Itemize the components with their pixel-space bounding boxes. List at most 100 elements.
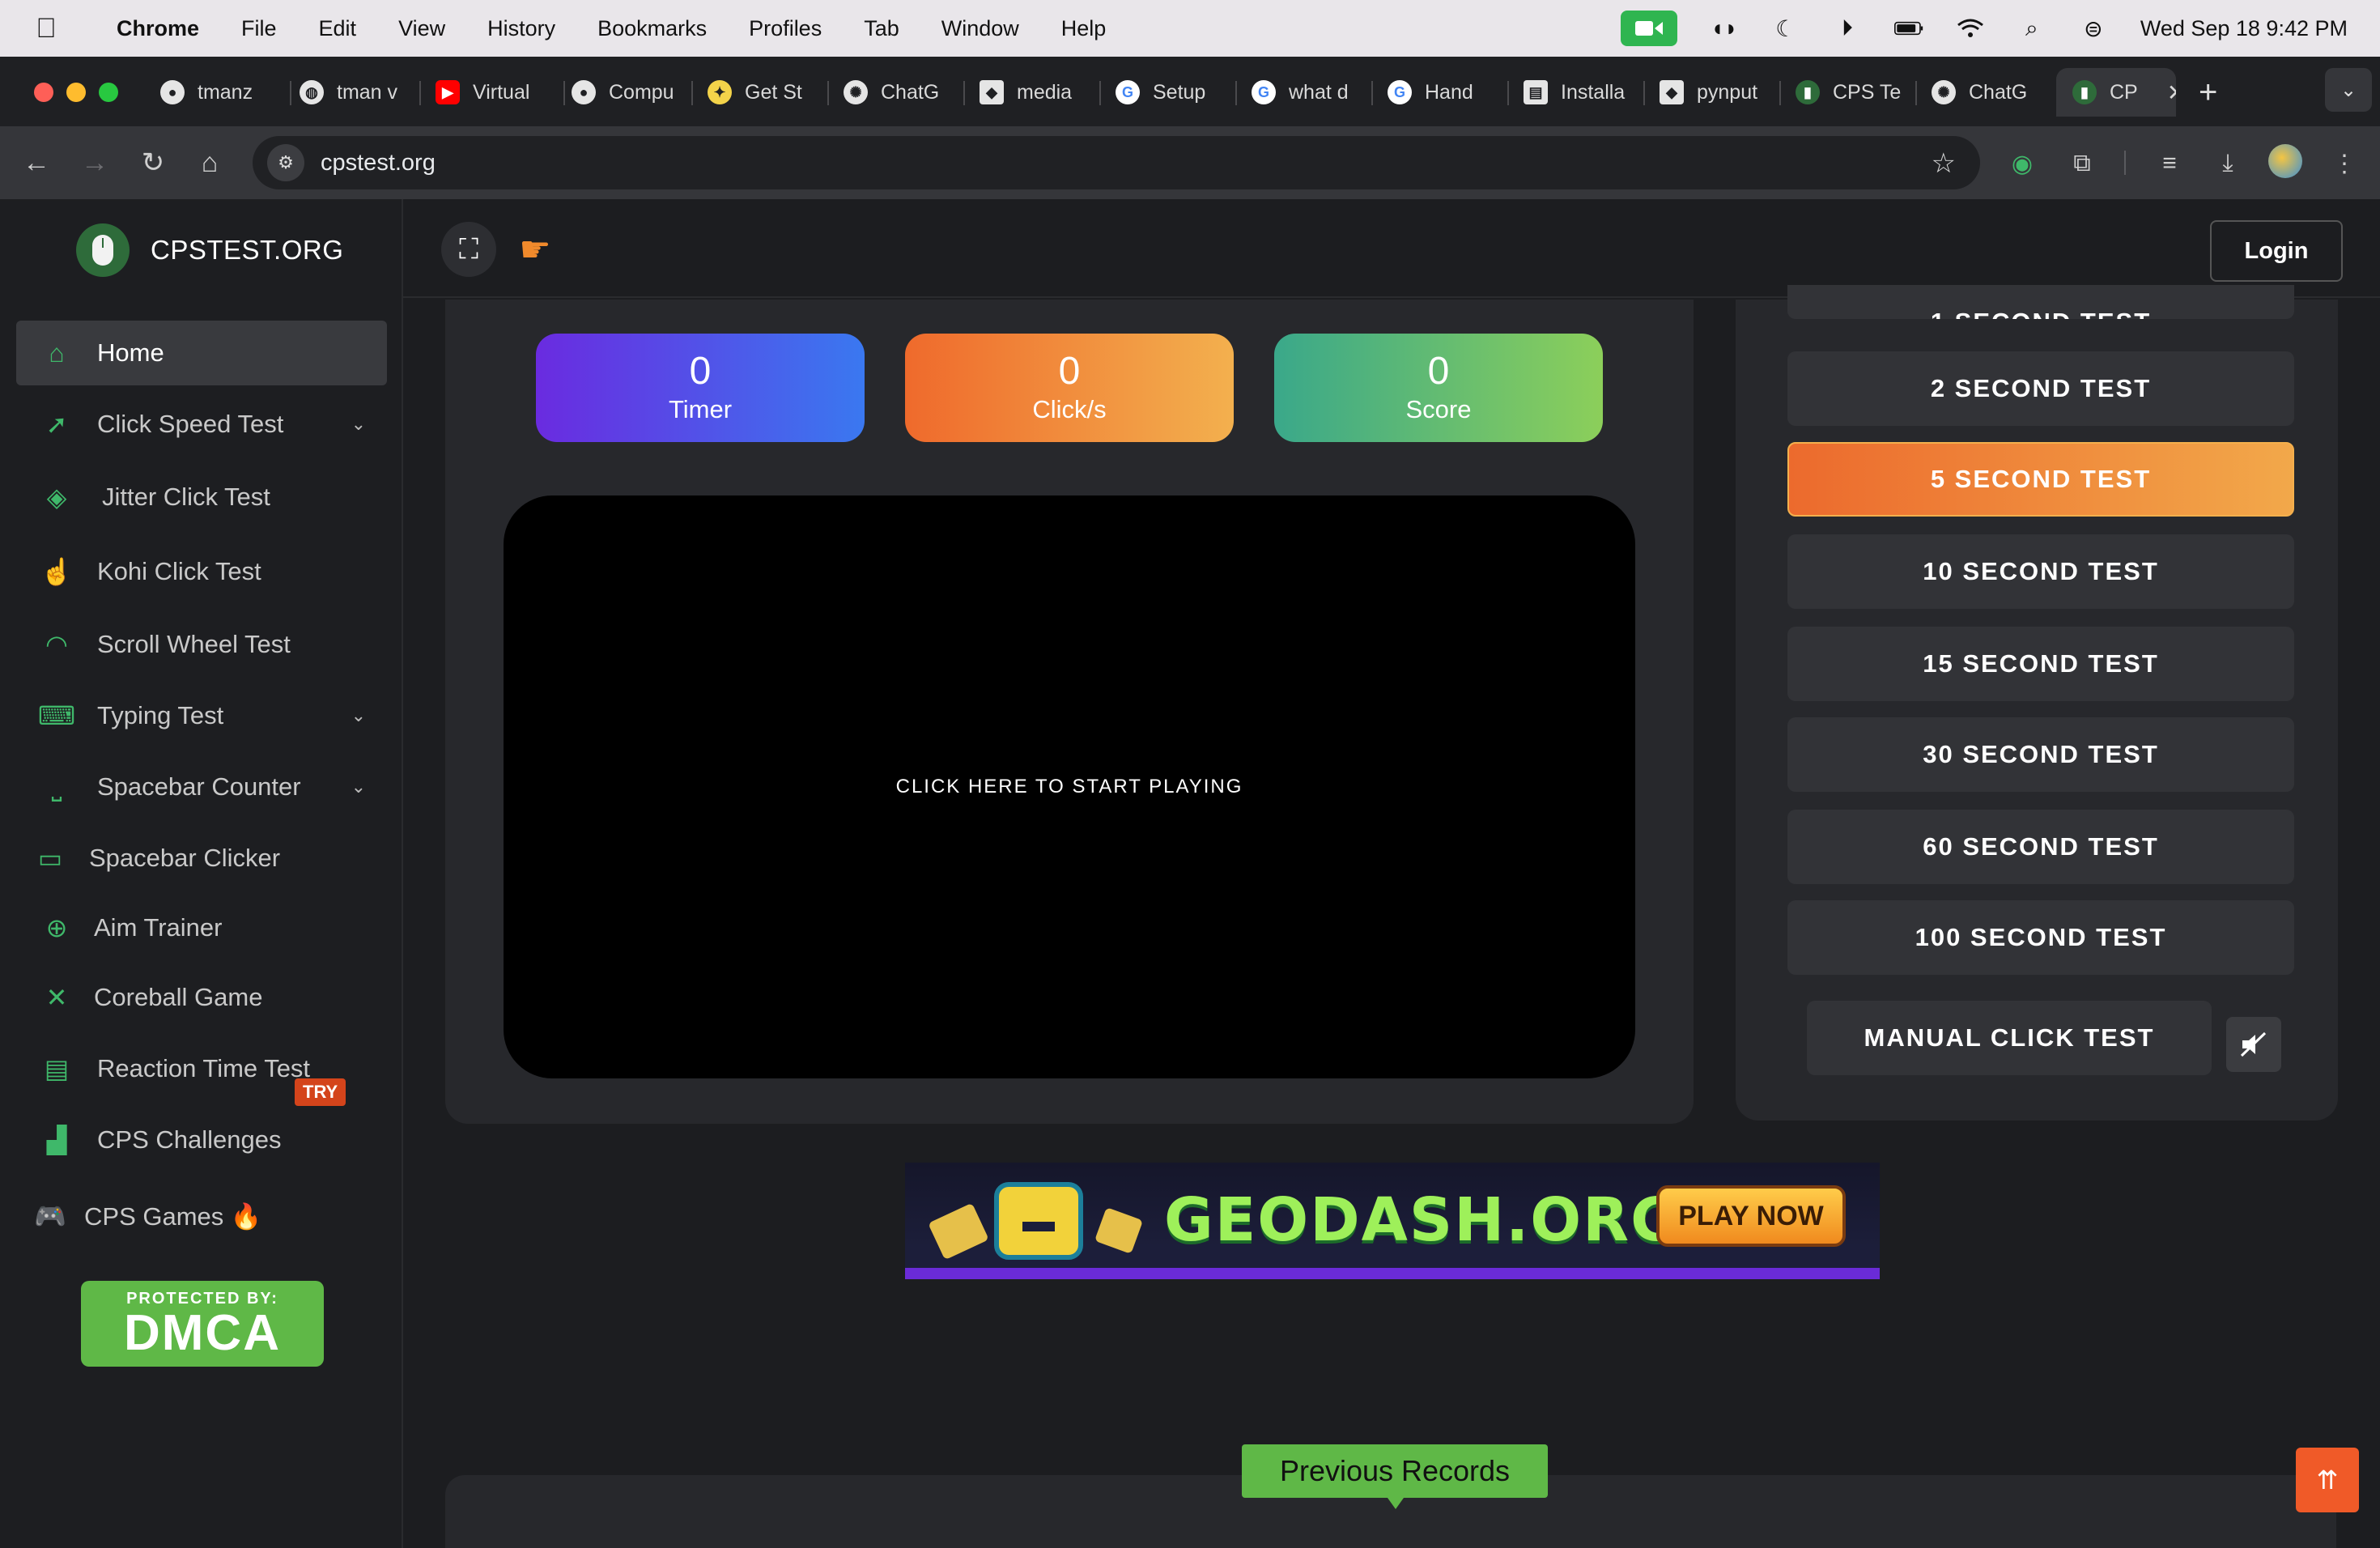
browser-tab[interactable]: ✺ ChatG xyxy=(1932,68,2053,117)
youtube-icon: ▶ xyxy=(436,80,460,104)
minimize-window-button[interactable] xyxy=(66,83,86,102)
bookmark-star-icon[interactable]: ☆ xyxy=(1932,147,1956,180)
new-tab-button[interactable]: + xyxy=(2199,76,2217,108)
test-2-second-button[interactable]: 2 SECOND TEST xyxy=(1787,351,2294,426)
test-30-second-button[interactable]: 30 SECOND TEST xyxy=(1787,717,2294,792)
sidebar-item-aim-trainer[interactable]: ⊕ Aim Trainer xyxy=(16,895,387,960)
dmca-badge[interactable]: PROTECTED BY: DMCA xyxy=(81,1281,324,1367)
browser-tab[interactable]: ◆ media xyxy=(980,68,1101,117)
test-10-second-button[interactable]: 10 SECOND TEST xyxy=(1787,534,2294,609)
login-button[interactable]: Login xyxy=(2210,220,2343,282)
banner-decoration xyxy=(1094,1207,1144,1254)
sidebar-item-spacebar-clicker[interactable]: ▭ Spacebar Clicker xyxy=(16,826,387,891)
extensions-icon[interactable]: ⧉ xyxy=(2066,147,2098,180)
sidebar-item-kohi-click-test[interactable]: ☝ Kohi Click Test xyxy=(16,539,387,604)
test-60-second-button[interactable]: 60 SECOND TEST xyxy=(1787,810,2294,884)
sidebar-item-home[interactable]: ⌂ Home xyxy=(16,321,387,385)
browser-tab[interactable]: ▤ Installa xyxy=(1524,68,1645,117)
menu-window[interactable]: Window xyxy=(941,16,1019,41)
zoom-window-button[interactable] xyxy=(99,83,118,102)
sound-muted-icon[interactable] xyxy=(2226,1017,2281,1072)
browser-tab[interactable]: ✺ ChatG xyxy=(844,68,965,117)
play-circle-icon[interactable]: ⏵ xyxy=(1833,14,1862,43)
browser-tab[interactable]: ▮ CPS Te xyxy=(1796,68,1917,117)
menu-file[interactable]: File xyxy=(241,16,277,41)
site-logo[interactable]: CPSTEST.ORG xyxy=(76,223,343,277)
test-5-second-button[interactable]: 5 SECOND TEST xyxy=(1787,442,2294,517)
chevron-down-icon[interactable]: ⌄ xyxy=(351,705,366,726)
menu-profiles[interactable]: Profiles xyxy=(749,16,822,41)
openai-icon: ✺ xyxy=(844,80,868,104)
url-text[interactable]: cpstest.org xyxy=(321,150,436,176)
browser-tab[interactable]: ● Compu xyxy=(572,68,693,117)
browser-tab[interactable]: Gwhat d xyxy=(1252,68,1373,117)
test-1-second-button[interactable]: 1 SECOND TEST xyxy=(1787,285,2294,319)
sidebar-item-cps-challenges[interactable]: ▟ CPS Challenges xyxy=(16,1108,387,1172)
tab-label: Setup xyxy=(1153,80,1206,104)
close-tab-icon[interactable]: ✕ xyxy=(2167,79,2176,106)
battery-icon[interactable] xyxy=(1893,14,1923,43)
menu-history[interactable]: History xyxy=(487,16,555,41)
browser-tab[interactable]: ◆ pynput xyxy=(1660,68,1781,117)
home-icon[interactable]: ⌂ xyxy=(193,146,227,180)
geodash-ad-banner[interactable]: ▬ GEODASH.ORG PLAY NOW xyxy=(905,1163,1880,1279)
chevron-down-icon[interactable]: ⌄ xyxy=(351,776,366,797)
menu-tab[interactable]: Tab xyxy=(864,16,899,41)
banner-play-now-button[interactable]: PLAY NOW xyxy=(1656,1185,1846,1247)
menu-bookmarks[interactable]: Bookmarks xyxy=(597,16,707,41)
sidebar-item-jitter-click-test[interactable]: ◈ Jitter Click Test xyxy=(16,465,387,529)
grammarly-icon[interactable]: ◉ xyxy=(2006,147,2038,180)
previous-records-tab[interactable]: Previous Records xyxy=(1242,1444,1548,1509)
airpods-icon[interactable]: ◖◗ xyxy=(1710,14,1739,43)
manual-click-test-button[interactable]: MANUAL CLICK TEST xyxy=(1807,1001,2212,1075)
forward-icon[interactable]: → xyxy=(78,146,112,180)
menu-help[interactable]: Help xyxy=(1061,16,1107,41)
browser-tab[interactable]: G Hand xyxy=(1388,68,1509,117)
fullscreen-icon[interactable]: ⛶ xyxy=(441,222,496,277)
browser-tab[interactable]: ● tmanz xyxy=(160,68,291,117)
tab-label: pynput xyxy=(1697,80,1758,104)
back-icon[interactable]: ← xyxy=(19,146,53,180)
sidebar-item-typing-test[interactable]: ⌨ Typing Test ⌄ xyxy=(16,683,387,748)
sidebar-item-click-speed-test[interactable]: ➚ Click Speed Test ⌄ xyxy=(16,392,387,457)
hand-pointer-icon[interactable]: ☛ xyxy=(512,227,558,272)
media-controls-icon[interactable]: ≡ xyxy=(2153,147,2186,180)
browser-tab[interactable]: ▶ Virtual xyxy=(436,68,565,117)
app-menu[interactable]: Chrome xyxy=(117,16,199,41)
download-icon[interactable]: ⤓ xyxy=(2212,147,2244,180)
sidebar-item-scroll-wheel-test[interactable]: ◠ Scroll Wheel Test xyxy=(16,612,387,677)
more-menu-icon[interactable]: ⋮ xyxy=(2328,147,2361,180)
reload-icon[interactable]: ↻ xyxy=(136,146,170,180)
test-100-second-button[interactable]: 100 SECOND TEST xyxy=(1787,900,2294,975)
browser-tab-active[interactable]: ▮ CP ✕ xyxy=(2056,68,2176,117)
clock[interactable]: Wed Sep 18 9:42 PM xyxy=(2140,16,2348,41)
chevron-down-icon[interactable]: ⌄ xyxy=(351,414,366,435)
menu-edit[interactable]: Edit xyxy=(319,16,357,41)
browser-tab[interactable]: ◍ tman v xyxy=(300,68,421,117)
click-play-area[interactable]: CLICK HERE TO START PLAYING xyxy=(504,495,1635,1078)
address-bar[interactable]: ⚙ cpstest.org ☆ xyxy=(253,136,1980,189)
browser-tab[interactable]: G Setup xyxy=(1116,68,1237,117)
test-15-second-button[interactable]: 15 SECOND TEST xyxy=(1787,627,2294,701)
sidebar-item-cps-games[interactable]: 🎮 CPS Games 🔥 xyxy=(16,1184,387,1248)
scroll-to-top-button[interactable]: ⇈ xyxy=(2296,1448,2359,1512)
sidebar-item-label: Reaction Time Test xyxy=(97,1054,311,1082)
tab-search-button[interactable]: ⌄ xyxy=(2325,68,2372,112)
moon-icon[interactable]: ☾ xyxy=(1771,14,1800,43)
clicks-per-second-stat: 0 Click/s xyxy=(905,334,1234,442)
wifi-icon[interactable] xyxy=(1956,14,1985,43)
menu-view[interactable]: View xyxy=(398,16,445,41)
search-icon[interactable]: ⌕ xyxy=(2017,14,2046,43)
control-center-icon[interactable]: ⊜ xyxy=(2079,14,2108,43)
coreball-icon: ✕ xyxy=(45,983,68,1012)
sidebar-item-coreball-game[interactable]: ✕ Coreball Game xyxy=(16,965,387,1030)
geodash-mascot-icon: ▬ xyxy=(994,1182,1083,1260)
video-camera-icon[interactable] xyxy=(1620,11,1677,46)
sidebar-item-spacebar-counter[interactable]: ⎵ Spacebar Counter ⌄ xyxy=(16,755,387,819)
browser-tab[interactable]: ✦ Get St xyxy=(708,68,829,117)
close-window-button[interactable] xyxy=(34,83,53,102)
site-settings-icon[interactable]: ⚙ xyxy=(267,144,304,181)
google-icon: G xyxy=(1116,80,1140,104)
profile-avatar[interactable] xyxy=(2268,144,2302,178)
apple-icon[interactable]:  xyxy=(32,13,60,44)
